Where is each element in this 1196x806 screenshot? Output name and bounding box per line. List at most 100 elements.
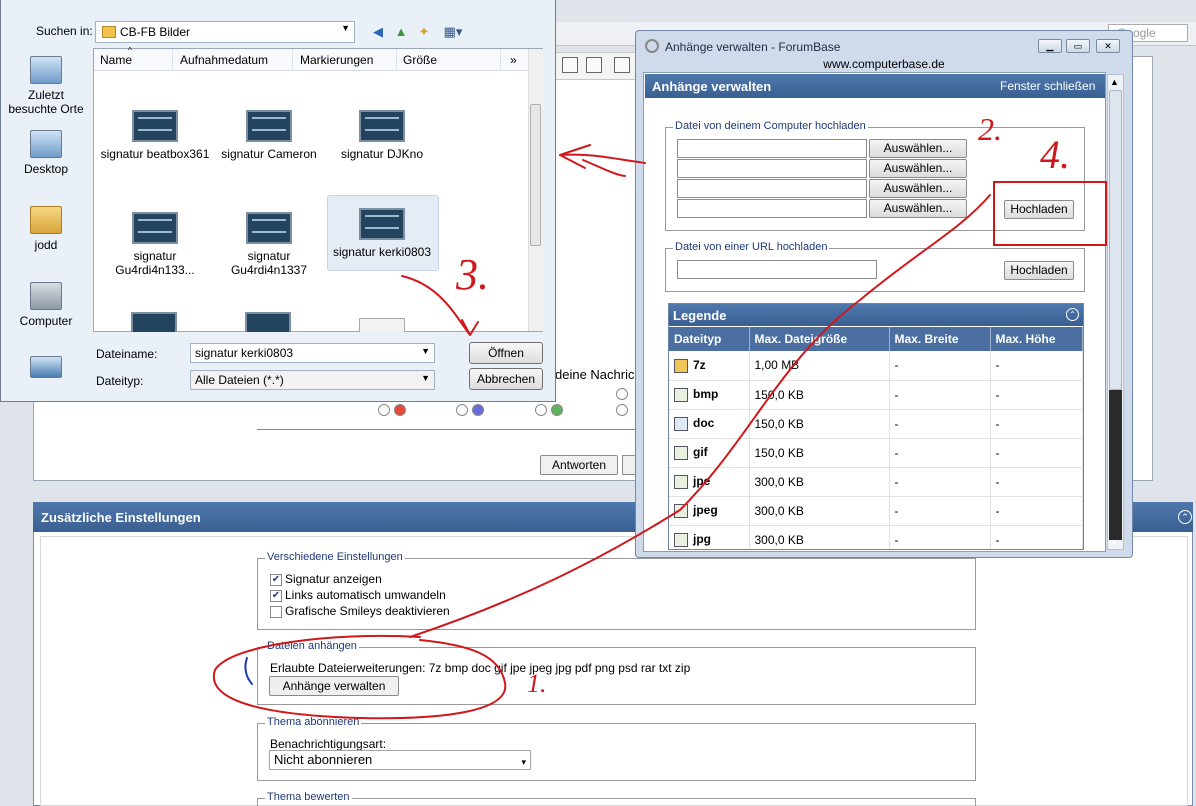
file-path-input[interactable] [677,179,867,198]
file-item[interactable]: signatur beatbox361 [100,110,210,161]
file-item[interactable]: signatur DJKno [327,110,437,161]
checkbox-checked[interactable]: ✔ [270,589,282,602]
col-name[interactable]: Name [100,53,132,67]
file-item[interactable]: signatur Gu4rdi4n133... [100,212,210,277]
window-url: www.computerbase.de [823,57,945,71]
height-cell: - [990,438,1083,468]
smiley-radio[interactable] [616,404,628,416]
filetype-text: 7z [693,357,706,372]
place-recent[interactable]: Zuletzt besuchte Orte [2,56,90,116]
file-path-input[interactable] [677,159,867,178]
option-label: Grafische Smileys deaktivieren [285,604,450,618]
filetype-select[interactable]: Alle Dateien (*.*) ▼ [190,370,435,390]
file-name: signatur Gu4rdi4n133... [115,249,195,277]
upload-button[interactable]: Hochladen [1004,200,1074,219]
place-computer[interactable]: Computer [2,282,90,328]
file-name: signatur Cameron [221,147,317,161]
place-label: Computer [19,314,73,328]
file-path-input[interactable] [677,139,867,158]
choose-file-button[interactable]: Auswählen... [869,199,967,218]
dropdown-arrow-icon: ▼ [341,23,350,33]
look-in-select[interactable]: CB-FB Bilder ▼ [95,21,355,43]
checkbox-checked[interactable]: ✔ [270,573,282,586]
notify-select[interactable]: Nicht abonnieren ▾ [269,750,531,770]
collapse-icon[interactable]: ⌃ [1178,510,1192,524]
place-desktop[interactable]: Desktop [2,130,90,176]
width-cell: - [889,525,991,549]
width-cell: - [889,409,991,439]
image-thumbnail [359,318,405,332]
sort-ascending-icon: ^ [128,46,132,55]
scrollbar-thumb[interactable] [1109,90,1122,390]
image-file-icon [674,474,688,489]
rate-fieldset: Thema bewerten [257,791,976,806]
close-icon[interactable]: ✕ [1096,39,1120,53]
sad-smiley-icon [472,404,484,416]
fieldset-legend: Thema bewerten [265,791,352,803]
manage-attachments-button[interactable]: Anhänge verwalten [269,676,399,696]
file-name: signatur beatbox361 [100,147,210,161]
col-tags[interactable]: Markierungen [300,53,373,67]
recent-places-icon [30,56,62,84]
choose-file-button[interactable]: Auswählen... [869,159,967,178]
more-columns-icon[interactable]: » [510,53,517,67]
smiley-radio[interactable] [535,404,547,416]
editor-quote-icon[interactable] [614,57,630,73]
option-disable-smileys[interactable]: Grafische Smileys deaktivieren [270,604,450,618]
editor-image-icon[interactable] [562,57,578,73]
maximize-icon[interactable]: ▭ [1066,39,1090,53]
smiley-radio[interactable] [456,404,468,416]
open-button[interactable]: Öffnen [469,342,543,364]
cancel-button[interactable]: Abbrechen [469,368,543,390]
new-folder-icon[interactable]: ✦ [415,23,433,41]
table-row: doc 150,0 KB - - [669,409,1083,439]
smiley-radio[interactable] [378,404,390,416]
url-input[interactable] [677,260,877,279]
col-size[interactable]: Größe [403,53,437,67]
image-thumbnail [131,312,177,332]
back-icon[interactable]: ◀ [369,23,387,41]
checkbox-unchecked[interactable] [270,605,282,618]
choose-file-button[interactable]: Auswählen... [869,179,967,198]
collapse-icon[interactable]: ⌃ [1066,308,1079,321]
scrollbar-thumb[interactable] [530,104,541,246]
fieldset-legend: Verschiedene Einstellungen [265,551,405,563]
col-maxheight: Max. Höhe [990,327,1083,351]
upload-url-button[interactable]: Hochladen [1004,261,1074,280]
place-network[interactable] [2,356,90,382]
close-window-link[interactable]: Fenster schließen [1000,79,1095,93]
filetype-text: bmp [693,387,719,402]
table-row: jpe 300,0 KB - - [669,467,1083,497]
height-cell: - [990,409,1083,439]
fieldset-legend: Thema abonnieren [265,716,362,728]
filename-input[interactable]: signatur kerki0803 ▼ [190,343,435,363]
dropdown-arrow-icon: ▾ [521,757,526,767]
smiley-radio[interactable] [616,388,628,400]
up-folder-icon[interactable]: ▲ [392,23,410,41]
reply-button[interactable]: Antworten [540,455,618,475]
filetype-cell: 7z [669,351,750,381]
filetype-cell: jpe [669,467,750,497]
file-path-input[interactable] [677,199,867,218]
places-bar: Zuletzt besuchte Orte Desktop jodd Compu… [2,46,92,386]
notify-select-value: Nicht abonnieren [274,752,373,767]
view-menu-icon[interactable]: ▦▾ [440,23,466,41]
filename-label: Dateiname: [96,347,158,361]
file-item[interactable]: signatur Cameron [214,110,324,161]
file-item-selected[interactable]: signatur kerki0803 [327,208,437,259]
dropdown-arrow-icon: ▼ [421,346,430,356]
allowed-extensions-text: Erlaubte Dateierweiterungen: 7z bmp doc … [270,661,691,675]
col-date[interactable]: Aufnahmedatum [180,53,268,67]
option-auto-links[interactable]: ✔ Links automatisch umwandeln [270,588,446,602]
editor-picture-icon[interactable] [586,57,602,73]
choose-file-button[interactable]: Auswählen... [869,139,967,158]
minimize-icon[interactable]: ▁ [1038,39,1062,53]
option-show-signature[interactable]: ✔ Signatur anzeigen [270,572,382,586]
place-user[interactable]: jodd [2,206,90,252]
place-label: Zuletzt besuchte Orte [8,88,84,116]
fieldset-legend: Datei von deinem Computer hochladen [673,120,868,132]
file-item[interactable]: signatur Gu4rdi4n1337 [214,212,324,277]
place-label: Desktop [23,162,69,176]
scroll-up-icon[interactable]: ▲ [1110,77,1119,87]
scroll-down-icon[interactable]: ▼ [1110,538,1119,548]
